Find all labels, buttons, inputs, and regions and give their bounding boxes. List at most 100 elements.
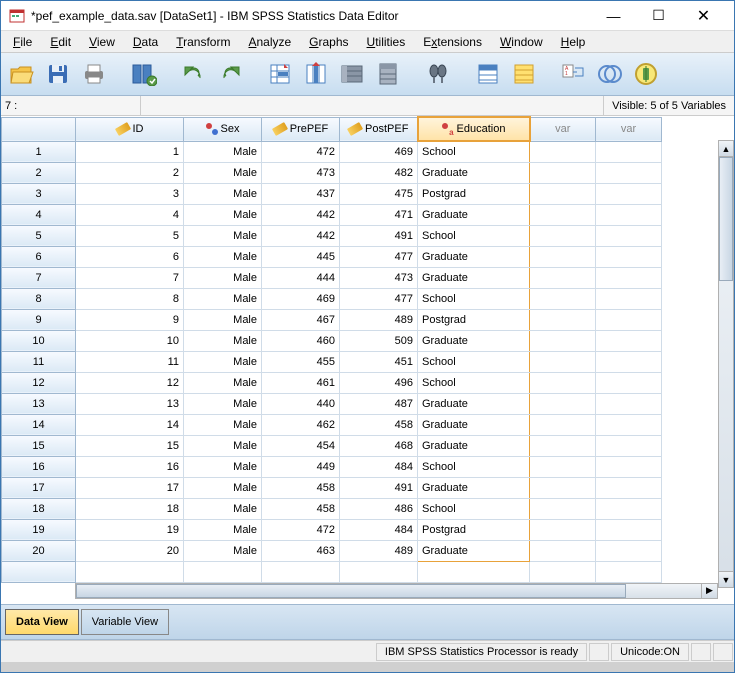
data-cell[interactable]: 6 — [76, 246, 184, 267]
data-cell[interactable]: 469 — [262, 288, 340, 309]
scroll-right-button[interactable]: ▶ — [701, 584, 717, 598]
data-cell[interactable]: 13 — [76, 393, 184, 414]
data-cell[interactable]: 469 — [340, 141, 418, 162]
data-cell[interactable]: 16 — [76, 456, 184, 477]
row-header[interactable]: 19 — [2, 519, 76, 540]
data-cell[interactable]: School — [418, 225, 530, 246]
row-header[interactable]: 6 — [2, 246, 76, 267]
row-header[interactable]: 17 — [2, 477, 76, 498]
data-cell[interactable] — [596, 561, 662, 582]
data-cell[interactable]: Graduate — [418, 414, 530, 435]
row-header[interactable]: 5 — [2, 225, 76, 246]
row-header[interactable]: 9 — [2, 309, 76, 330]
data-cell[interactable] — [530, 330, 596, 351]
data-cell[interactable]: Male — [184, 225, 262, 246]
data-cell[interactable]: Male — [184, 519, 262, 540]
data-cell[interactable]: 449 — [262, 456, 340, 477]
scroll-up-button[interactable]: ▲ — [719, 141, 733, 157]
goto-variable-button[interactable] — [301, 59, 331, 89]
data-cell[interactable]: 484 — [340, 519, 418, 540]
data-cell[interactable]: 10 — [76, 330, 184, 351]
goto-case-button[interactable] — [265, 59, 295, 89]
use-sets-button[interactable] — [595, 59, 625, 89]
data-cell[interactable]: 454 — [262, 435, 340, 456]
data-cell[interactable] — [596, 351, 662, 372]
row-header[interactable]: 15 — [2, 435, 76, 456]
data-cell[interactable]: Male — [184, 372, 262, 393]
column-header-PostPEF[interactable]: PostPEF — [340, 117, 418, 141]
data-cell[interactable]: 477 — [340, 288, 418, 309]
vertical-scrollbar[interactable]: ▲ ▼ — [718, 140, 734, 588]
value-labels-button[interactable]: A1 — [559, 59, 589, 89]
data-cell[interactable] — [596, 288, 662, 309]
data-cell[interactable] — [530, 246, 596, 267]
data-cell[interactable]: Graduate — [418, 204, 530, 225]
data-cell[interactable]: 11 — [76, 351, 184, 372]
undo-button[interactable] — [179, 59, 209, 89]
data-cell[interactable]: 477 — [340, 246, 418, 267]
row-header[interactable]: 2 — [2, 162, 76, 183]
data-cell[interactable]: Postgrad — [418, 309, 530, 330]
data-cell[interactable]: 472 — [262, 141, 340, 162]
data-cell[interactable] — [340, 561, 418, 582]
data-cell[interactable]: 489 — [340, 309, 418, 330]
variables-button[interactable] — [337, 59, 367, 89]
data-cell[interactable]: School — [418, 288, 530, 309]
data-cell[interactable] — [530, 351, 596, 372]
row-header[interactable]: 16 — [2, 456, 76, 477]
data-cell[interactable]: Graduate — [418, 540, 530, 561]
menu-utilities[interactable]: Utilities — [359, 33, 414, 51]
data-cell[interactable] — [530, 183, 596, 204]
data-cell[interactable]: 4 — [76, 204, 184, 225]
data-cell[interactable] — [596, 330, 662, 351]
data-cell[interactable]: 444 — [262, 267, 340, 288]
menu-view[interactable]: View — [81, 33, 123, 51]
data-cell[interactable] — [596, 393, 662, 414]
data-cell[interactable]: 440 — [262, 393, 340, 414]
horizontal-scrollbar[interactable]: ▶ — [75, 583, 718, 599]
data-cell[interactable] — [262, 561, 340, 582]
row-header[interactable]: 3 — [2, 183, 76, 204]
data-cell[interactable]: 3 — [76, 183, 184, 204]
data-cell[interactable]: Male — [184, 267, 262, 288]
data-cell[interactable]: 472 — [262, 519, 340, 540]
data-cell[interactable]: 458 — [340, 414, 418, 435]
row-header[interactable]: 20 — [2, 540, 76, 561]
data-cell[interactable]: 491 — [340, 477, 418, 498]
data-cell[interactable]: 17 — [76, 477, 184, 498]
data-cell[interactable]: 455 — [262, 351, 340, 372]
data-cell[interactable]: 458 — [262, 477, 340, 498]
data-cell[interactable]: 7 — [76, 267, 184, 288]
data-cell[interactable]: School — [418, 372, 530, 393]
data-cell[interactable] — [596, 183, 662, 204]
data-cell[interactable]: 460 — [262, 330, 340, 351]
row-header[interactable]: 10 — [2, 330, 76, 351]
data-cell[interactable]: 442 — [262, 225, 340, 246]
data-cell[interactable]: Male — [184, 477, 262, 498]
data-cell[interactable]: 19 — [76, 519, 184, 540]
menu-edit[interactable]: Edit — [42, 33, 79, 51]
data-cell[interactable]: 509 — [340, 330, 418, 351]
data-cell[interactable] — [76, 561, 184, 582]
cell-value-input[interactable] — [141, 96, 604, 115]
data-cell[interactable]: 468 — [340, 435, 418, 456]
data-cell[interactable]: 1 — [76, 141, 184, 162]
menu-transform[interactable]: Transform — [168, 33, 238, 51]
data-cell[interactable]: 458 — [262, 498, 340, 519]
data-cell[interactable]: 489 — [340, 540, 418, 561]
data-cell[interactable]: Male — [184, 141, 262, 162]
data-cell[interactable]: Postgrad — [418, 519, 530, 540]
scroll-down-button[interactable]: ▼ — [719, 571, 733, 587]
open-button[interactable] — [7, 59, 37, 89]
data-cell[interactable]: 20 — [76, 540, 184, 561]
maximize-button[interactable]: ☐ — [636, 2, 681, 30]
row-header[interactable]: 12 — [2, 372, 76, 393]
data-cell[interactable]: 8 — [76, 288, 184, 309]
data-cell[interactable]: 12 — [76, 372, 184, 393]
data-cell[interactable] — [596, 162, 662, 183]
data-cell[interactable]: Male — [184, 246, 262, 267]
menu-window[interactable]: Window — [492, 33, 551, 51]
data-cell[interactable]: Male — [184, 288, 262, 309]
data-cell[interactable]: 15 — [76, 435, 184, 456]
column-header-Education[interactable]: Education — [418, 117, 530, 141]
